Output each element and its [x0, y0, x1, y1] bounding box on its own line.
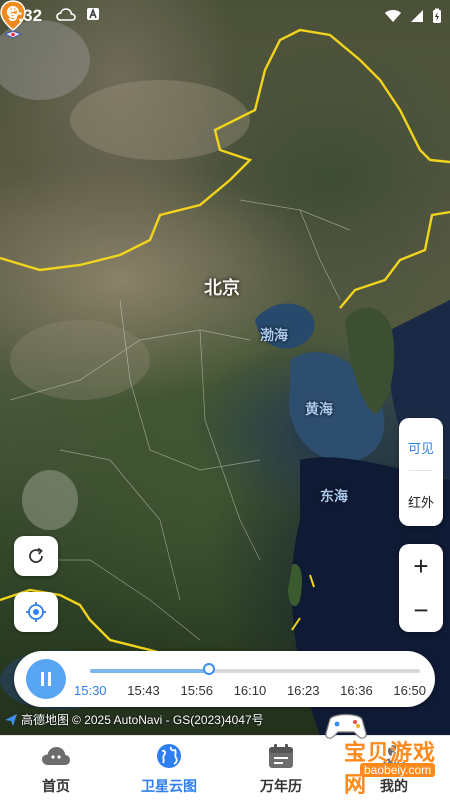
calendar-icon — [269, 744, 293, 768]
east-china-sea-label: 东海 — [320, 488, 348, 504]
timeline-progress — [90, 669, 209, 673]
beijing-label: 北京 — [204, 278, 240, 298]
nav-label-home: 首页 — [42, 778, 70, 794]
cloud-icon — [42, 747, 70, 765]
attribution-text: © 2025 AutoNavi - GS(2023)4047号 — [72, 713, 264, 727]
layer-divider — [409, 470, 433, 471]
timeline-player: 15:30 15:43 15:56 16:10 16:23 16:36 16:50 — [14, 651, 435, 707]
timeline-tick[interactable]: 16:23 — [287, 683, 320, 698]
map-overlay — [0, 20, 450, 735]
layer-infrared-option[interactable]: 红外 — [399, 492, 443, 511]
satellite-map[interactable]: 渤海 黄海 东海 北京 — [0, 0, 450, 735]
yellow-sea-label: 黄海 — [305, 401, 333, 417]
timeline-ticks: 15:30 15:43 15:56 16:10 16:23 16:36 16:50 — [74, 683, 426, 698]
timeline-track[interactable] — [90, 663, 420, 675]
battery-charging-icon — [433, 8, 441, 23]
map-attribution: 高德地图 © 2025 AutoNavi - GS(2023)4047号 — [4, 711, 264, 728]
app-notification-icon — [87, 8, 99, 20]
zoom-out-button[interactable]: − — [399, 588, 443, 632]
signal-icon — [411, 10, 423, 22]
nav-label-satellite: 卫星云图 — [141, 778, 197, 794]
timeline-tick[interactable]: 15:30 — [74, 683, 107, 698]
amap-logo-icon — [5, 713, 17, 726]
nav-item-home[interactable]: 首页 — [11, 736, 101, 801]
refresh-icon — [29, 547, 43, 563]
layer-switcher: 可见 红外 — [399, 418, 443, 526]
status-time: 5:32 — [8, 6, 43, 25]
zoom-controls: + − — [399, 544, 443, 632]
refresh-button[interactable] — [14, 536, 58, 576]
nav-item-satellite[interactable]: 卫星云图 — [124, 736, 214, 801]
status-bar: 5:32 — [0, 0, 450, 32]
watermark-url: baobeiy.com — [360, 763, 436, 777]
pause-icon — [41, 672, 51, 686]
zoom-in-button[interactable]: + — [399, 544, 443, 588]
timeline-handle[interactable] — [202, 663, 215, 675]
globe-icon — [157, 744, 181, 768]
bohai-label: 渤海 — [260, 327, 288, 343]
weather-cloud-icon — [56, 8, 76, 21]
timeline-tick[interactable]: 16:36 — [340, 683, 373, 698]
crosshair-icon — [26, 602, 46, 622]
attribution-logo-text: 高德地图 — [21, 713, 70, 727]
timeline-tick[interactable]: 15:56 — [180, 683, 213, 698]
pause-button[interactable] — [26, 659, 66, 699]
timeline-tick[interactable]: 15:43 — [127, 683, 160, 698]
site-watermark: 宝贝游戏网 baobeiy.com — [300, 705, 440, 797]
timeline-tick[interactable]: 16:50 — [393, 683, 426, 698]
timeline-tick[interactable]: 16:10 — [234, 683, 267, 698]
locate-button[interactable] — [14, 592, 58, 632]
layer-visible-option[interactable]: 可见 — [399, 438, 443, 457]
wifi-icon — [385, 10, 401, 22]
